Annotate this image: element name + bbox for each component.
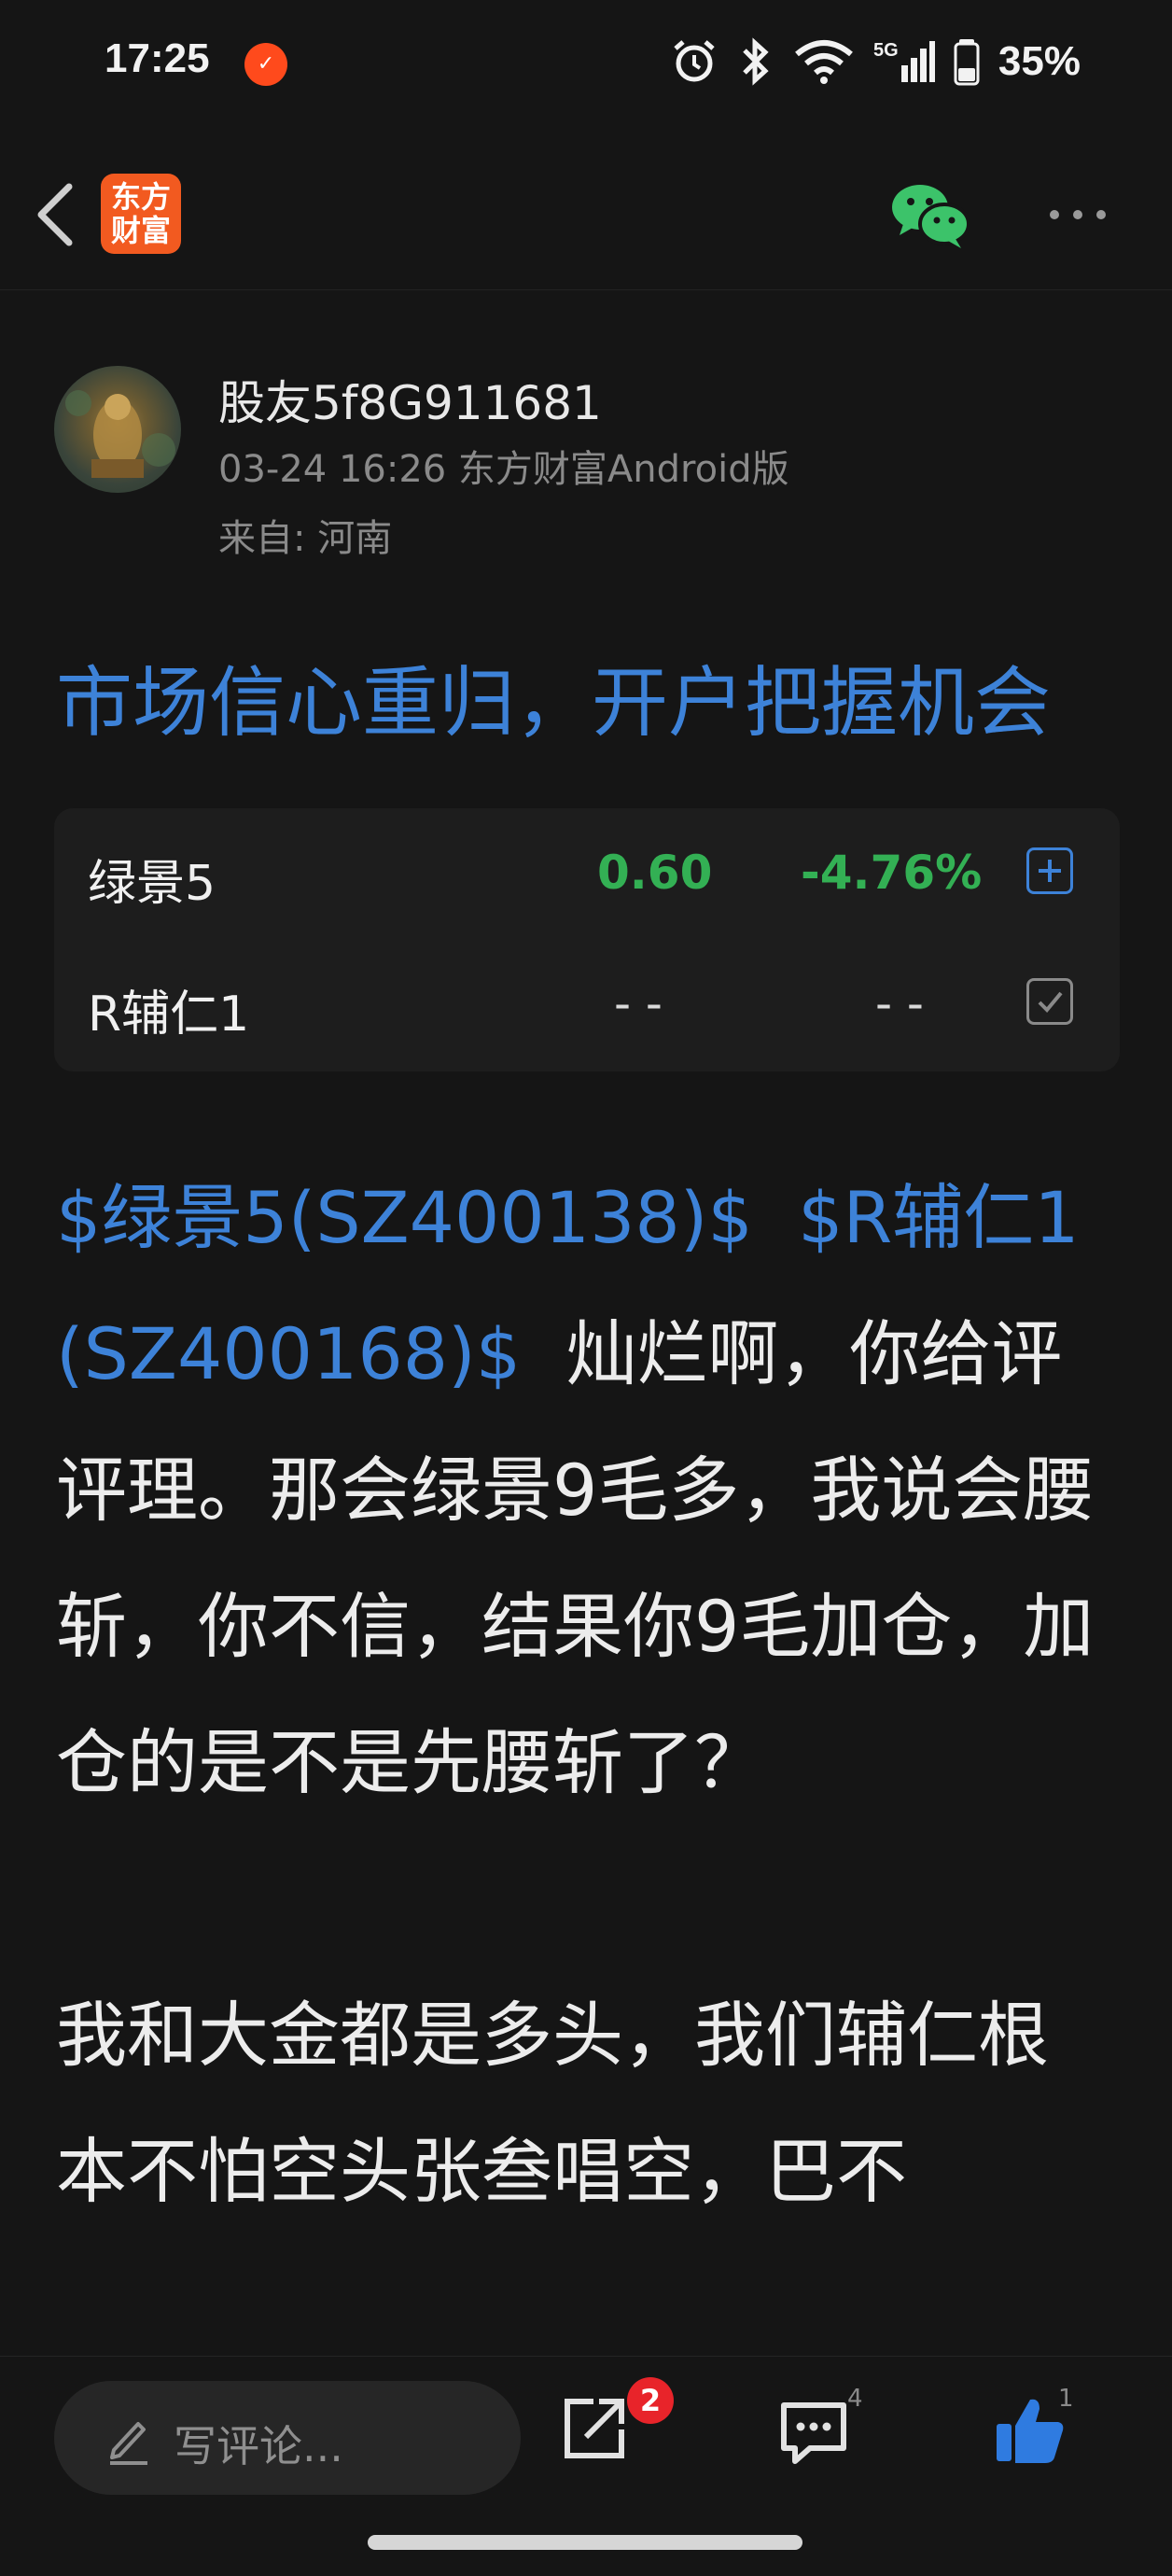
stock-price: - -: [614, 976, 663, 1030]
post-location: 来自: 河南: [218, 517, 393, 560]
home-indicator[interactable]: [368, 2535, 802, 2550]
thumbs-up-icon[interactable]: [993, 2392, 1067, 2467]
post-meta: 03-24 16:26 东方财富Android版: [218, 448, 789, 491]
add-watchlist-button[interactable]: [1026, 847, 1073, 894]
app-logo-line1: 东方: [110, 179, 171, 215]
pen-icon: [110, 2422, 147, 2465]
stock-name: R辅仁1: [88, 987, 250, 1043]
author-block: 股友5f8G911681 03-24 16:26 东方财富Android版 来自…: [54, 366, 1118, 571]
share-icon[interactable]: [558, 2392, 631, 2465]
in-watchlist-checkbox[interactable]: [1026, 978, 1073, 1025]
chevron-left-icon[interactable]: [28, 177, 84, 252]
avatar[interactable]: [54, 366, 181, 493]
comment-count: 4: [847, 2385, 863, 2413]
post-text: 我和大金都是多头，我们辅仁根本不怕空头张叁唱空，巴不: [56, 1994, 1049, 2213]
post-body: $绿景5(SZ400138)$ $R辅仁1(SZ400168)$ 灿烂啊，你给评…: [56, 1150, 1101, 2240]
status-icons: 5G 35%: [670, 35, 1081, 88]
app-logo[interactable]: 东方 财富: [101, 174, 181, 254]
avatar-image: [65, 390, 175, 478]
comment-placeholder: 写评论...: [174, 2421, 343, 2471]
bluetooth-icon: [743, 37, 769, 86]
wifi-icon: [795, 40, 853, 84]
stock-price: 0.60: [597, 846, 713, 900]
comment-icon[interactable]: [778, 2398, 849, 2467]
stock-link[interactable]: $绿景5(SZ400138)$: [56, 1176, 753, 1259]
app-notification-icon: ✓: [244, 43, 287, 86]
more-icon[interactable]: [1045, 196, 1110, 233]
stock-row[interactable]: 绿景5 0.60 -4.76%: [54, 808, 1120, 939]
comment-input[interactable]: 写评论...: [54, 2381, 521, 2495]
bottom-action-bar: 写评论... 2 4 1: [0, 2356, 1172, 2521]
nav-bar: 东方 财富: [0, 140, 1172, 290]
post-paragraph: 我和大金都是多头，我们辅仁根本不怕空头张叁唱空，巴不: [56, 1967, 1101, 2240]
signal-icon: 5G: [873, 40, 935, 82]
stock-card: 绿景5 0.60 -4.76% R辅仁1 - - - -: [54, 808, 1120, 1071]
author-name[interactable]: 股友5f8G911681: [218, 366, 602, 433]
wechat-icon[interactable]: [890, 181, 970, 252]
post-title: 市场信心重归，开户把握机会: [56, 659, 1052, 748]
svg-text:5G: 5G: [873, 40, 899, 61]
status-bar: 17:25 ✓ 5G 35%: [0, 0, 1172, 131]
battery-icon: [954, 39, 980, 86]
check-icon: [1038, 991, 1063, 1013]
app-logo-line2: 财富: [110, 213, 171, 248]
share-badge: 2: [627, 2377, 674, 2424]
alarm-icon: [674, 40, 715, 82]
status-time: 17:25: [105, 35, 210, 81]
battery-percent: 35%: [998, 38, 1081, 84]
plus-icon: [1039, 860, 1061, 882]
stock-change: - -: [875, 976, 924, 1030]
stock-change: -4.76%: [801, 846, 983, 900]
stock-name: 绿景5: [88, 856, 216, 912]
post-paragraph: $绿景5(SZ400138)$ $R辅仁1(SZ400168)$ 灿烂啊，你给评…: [56, 1150, 1101, 1831]
like-count: 1: [1058, 2385, 1074, 2413]
stock-row[interactable]: R辅仁1 - - - -: [54, 939, 1120, 1070]
